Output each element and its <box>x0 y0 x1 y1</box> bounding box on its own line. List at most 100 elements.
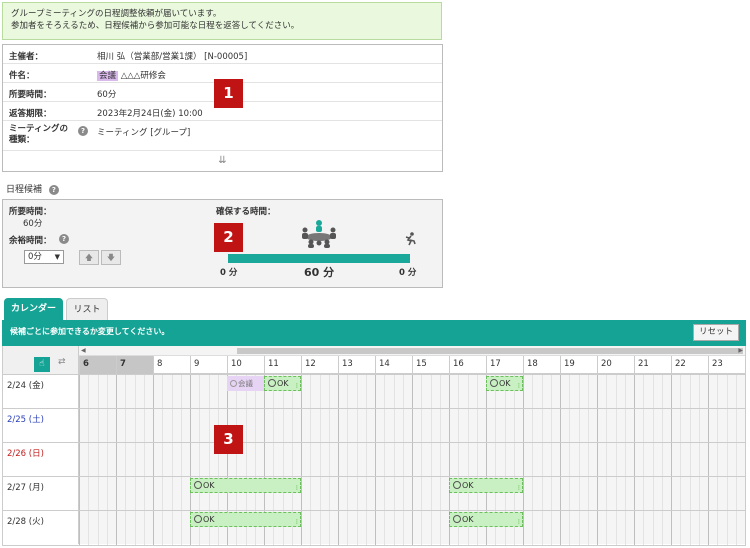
quarter-cell[interactable] <box>439 375 449 409</box>
quarter-cell[interactable] <box>217 375 227 409</box>
quarter-cell[interactable] <box>97 409 107 443</box>
quarter-cell[interactable] <box>347 477 356 511</box>
quarter-cell[interactable] <box>708 375 717 409</box>
quarter-cell[interactable] <box>421 511 430 545</box>
quarter-cell[interactable] <box>365 375 375 409</box>
quarter-cell[interactable] <box>338 443 347 477</box>
quarter-cell[interactable] <box>190 375 199 409</box>
quarter-cell[interactable] <box>717 477 726 511</box>
quarter-cell[interactable] <box>680 409 689 443</box>
resize-handle[interactable]: ⁞ <box>296 380 298 393</box>
quarter-cell[interactable] <box>301 477 310 511</box>
quarter-cell[interactable] <box>439 443 449 477</box>
quarter-cell[interactable] <box>328 375 338 409</box>
quarter-cell[interactable] <box>412 443 421 477</box>
quarter-cell[interactable] <box>153 477 162 511</box>
quarter-cell[interactable] <box>671 443 680 477</box>
quarter-cell[interactable] <box>153 443 162 477</box>
resize-handle[interactable]: ⁞ <box>296 482 298 495</box>
quarter-cell[interactable] <box>735 443 745 477</box>
quarter-cell[interactable] <box>143 511 153 545</box>
quarter-cell[interactable] <box>143 443 153 477</box>
quarter-cell[interactable] <box>190 409 199 443</box>
quarter-cell[interactable] <box>365 443 375 477</box>
swap-mode-icon[interactable]: ⇄ <box>58 357 66 367</box>
quarter-cell[interactable] <box>680 375 689 409</box>
quarter-cell[interactable] <box>301 409 310 443</box>
quarter-cell[interactable] <box>375 375 384 409</box>
quarter-cell[interactable] <box>708 443 717 477</box>
quarter-cell[interactable] <box>134 443 144 477</box>
resize-handle[interactable]: ⁞ <box>296 516 298 529</box>
quarter-cell[interactable] <box>208 375 218 409</box>
quarter-cell[interactable] <box>402 409 412 443</box>
quarter-cell[interactable] <box>162 409 171 443</box>
quarter-cell[interactable] <box>402 443 412 477</box>
quarter-cell[interactable] <box>661 409 671 443</box>
quarter-cell[interactable] <box>393 511 403 545</box>
quarter-cell[interactable] <box>328 443 338 477</box>
quarter-cell[interactable] <box>652 375 662 409</box>
quarter-cell[interactable] <box>116 443 125 477</box>
quarter-cell[interactable] <box>171 443 181 477</box>
quarter-cell[interactable] <box>458 409 467 443</box>
quarter-cell[interactable] <box>254 443 264 477</box>
quarter-cell[interactable] <box>319 409 329 443</box>
quarter-cell[interactable] <box>375 477 384 511</box>
ok-candidate-slot[interactable]: OK ⁞ <box>190 478 301 493</box>
quarter-cell[interactable] <box>597 409 606 443</box>
quarter-cell[interactable] <box>652 443 662 477</box>
quarter-cell[interactable] <box>486 409 495 443</box>
quarter-cell[interactable] <box>310 477 319 511</box>
quarter-cell[interactable] <box>578 409 588 443</box>
quarter-cell[interactable] <box>606 511 615 545</box>
quarter-cell[interactable] <box>550 409 560 443</box>
quarter-cell[interactable] <box>199 409 208 443</box>
quarter-cell[interactable] <box>338 409 347 443</box>
quarter-cell[interactable] <box>634 375 643 409</box>
quarter-cell[interactable] <box>143 409 153 443</box>
quarter-cell[interactable] <box>495 409 504 443</box>
quarter-cell[interactable] <box>162 477 171 511</box>
quarter-cell[interactable] <box>550 375 560 409</box>
quarter-cell[interactable] <box>597 511 606 545</box>
help-icon[interactable]: ? <box>78 126 88 136</box>
quarter-cell[interactable] <box>356 511 366 545</box>
quarter-cell[interactable] <box>467 409 477 443</box>
quarter-cell[interactable] <box>680 477 689 511</box>
quarter-cell[interactable] <box>365 409 375 443</box>
quarter-cell[interactable] <box>476 375 486 409</box>
quarter-cell[interactable] <box>467 443 477 477</box>
quarter-cell[interactable] <box>541 375 551 409</box>
quarter-cell[interactable] <box>578 443 588 477</box>
quarter-cell[interactable] <box>560 375 569 409</box>
quarter-cell[interactable] <box>319 511 329 545</box>
quarter-cell[interactable] <box>671 511 680 545</box>
expand-details-icon[interactable]: ⇊ <box>3 151 442 171</box>
quarter-cell[interactable] <box>541 477 551 511</box>
quarter-cell[interactable] <box>735 375 745 409</box>
quarter-cell[interactable] <box>458 375 467 409</box>
quarter-cell[interactable] <box>273 443 282 477</box>
quarter-cell[interactable] <box>402 511 412 545</box>
quarter-cell[interactable] <box>106 511 116 545</box>
quarter-cell[interactable] <box>134 511 144 545</box>
quarter-cell[interactable] <box>643 511 652 545</box>
quarter-cell[interactable] <box>143 375 153 409</box>
resize-handle[interactable]: ⁞ <box>518 482 520 495</box>
quarter-cell[interactable] <box>689 477 699 511</box>
quarter-cell[interactable] <box>624 443 634 477</box>
quarter-cell[interactable] <box>134 477 144 511</box>
quarter-cell[interactable] <box>495 443 504 477</box>
quarter-cell[interactable] <box>541 443 551 477</box>
quarter-cell[interactable] <box>486 443 495 477</box>
quarter-cell[interactable] <box>328 409 338 443</box>
quarter-cell[interactable] <box>430 477 440 511</box>
quarter-cell[interactable] <box>79 511 88 545</box>
quarter-cell[interactable] <box>338 375 347 409</box>
move-up-button[interactable]: 🡅 <box>79 250 99 265</box>
quarter-cell[interactable] <box>597 477 606 511</box>
quarter-cell[interactable] <box>393 375 403 409</box>
quarter-cell[interactable] <box>365 477 375 511</box>
quarter-cell[interactable] <box>523 511 532 545</box>
